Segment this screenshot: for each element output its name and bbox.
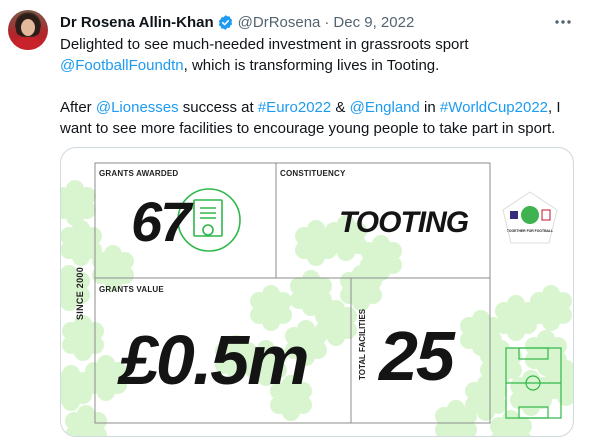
tweet-text: Delighted to see much-needed investment … (60, 34, 585, 139)
tweet-line-1: Delighted to see much-needed investment … (60, 36, 469, 53)
hashtag-worldcup2022[interactable]: #WorldCup2022 (440, 99, 548, 116)
author-avatar[interactable] (8, 10, 48, 50)
grants-value-label: GRANTS VALUE (99, 285, 164, 294)
total-facilities-label: TOTAL FACILITIES (358, 308, 367, 380)
grants-awarded-label: GRANTS AWARDED (99, 169, 179, 178)
tweet-line-2: @FootballFoundtn, which is transforming … (60, 57, 440, 74)
tweet-header: Dr Rosena Allin-Khan @DrRosena · Dec 9, … (60, 12, 414, 32)
media-card-infographic[interactable]: TOGETHER FOR FOOTBALL GRANTS AWARDED 67 … (60, 147, 574, 437)
author-handle[interactable]: @DrRosena (238, 14, 321, 31)
constituency-value: TOOTING (339, 206, 469, 239)
more-options-icon[interactable] (553, 12, 573, 32)
total-facilities-value: 25 (379, 317, 455, 395)
grants-value-value: £0.5m (119, 321, 309, 399)
tweet-line-3: After @Lionesses success at #Euro2022 & … (60, 99, 561, 116)
tweet-date[interactable]: Dec 9, 2022 (333, 14, 414, 31)
header-separator: · (324, 13, 330, 31)
since-2000-label: SINCE 2000 (75, 266, 85, 320)
svg-text:TOGETHER FOR FOOTBALL: TOGETHER FOR FOOTBALL (507, 229, 553, 233)
hashtag-euro2022[interactable]: #Euro2022 (258, 99, 331, 116)
mention-lionesses[interactable]: @Lionesses (96, 99, 179, 116)
verified-badge-icon (218, 14, 232, 30)
mention-england[interactable]: @England (350, 99, 420, 116)
tweet-line-4: want to see more facilities to encourage… (60, 120, 556, 137)
mention-footballfoundtn[interactable]: @FootballFoundtn (60, 57, 184, 74)
constituency-label: CONSTITUENCY (280, 169, 346, 178)
grants-awarded-value: 67 (131, 190, 191, 253)
football-foundation-badge-icon: TOGETHER FOR FOOTBALL (502, 191, 558, 244)
author-name[interactable]: Dr Rosena Allin-Khan (60, 14, 214, 31)
